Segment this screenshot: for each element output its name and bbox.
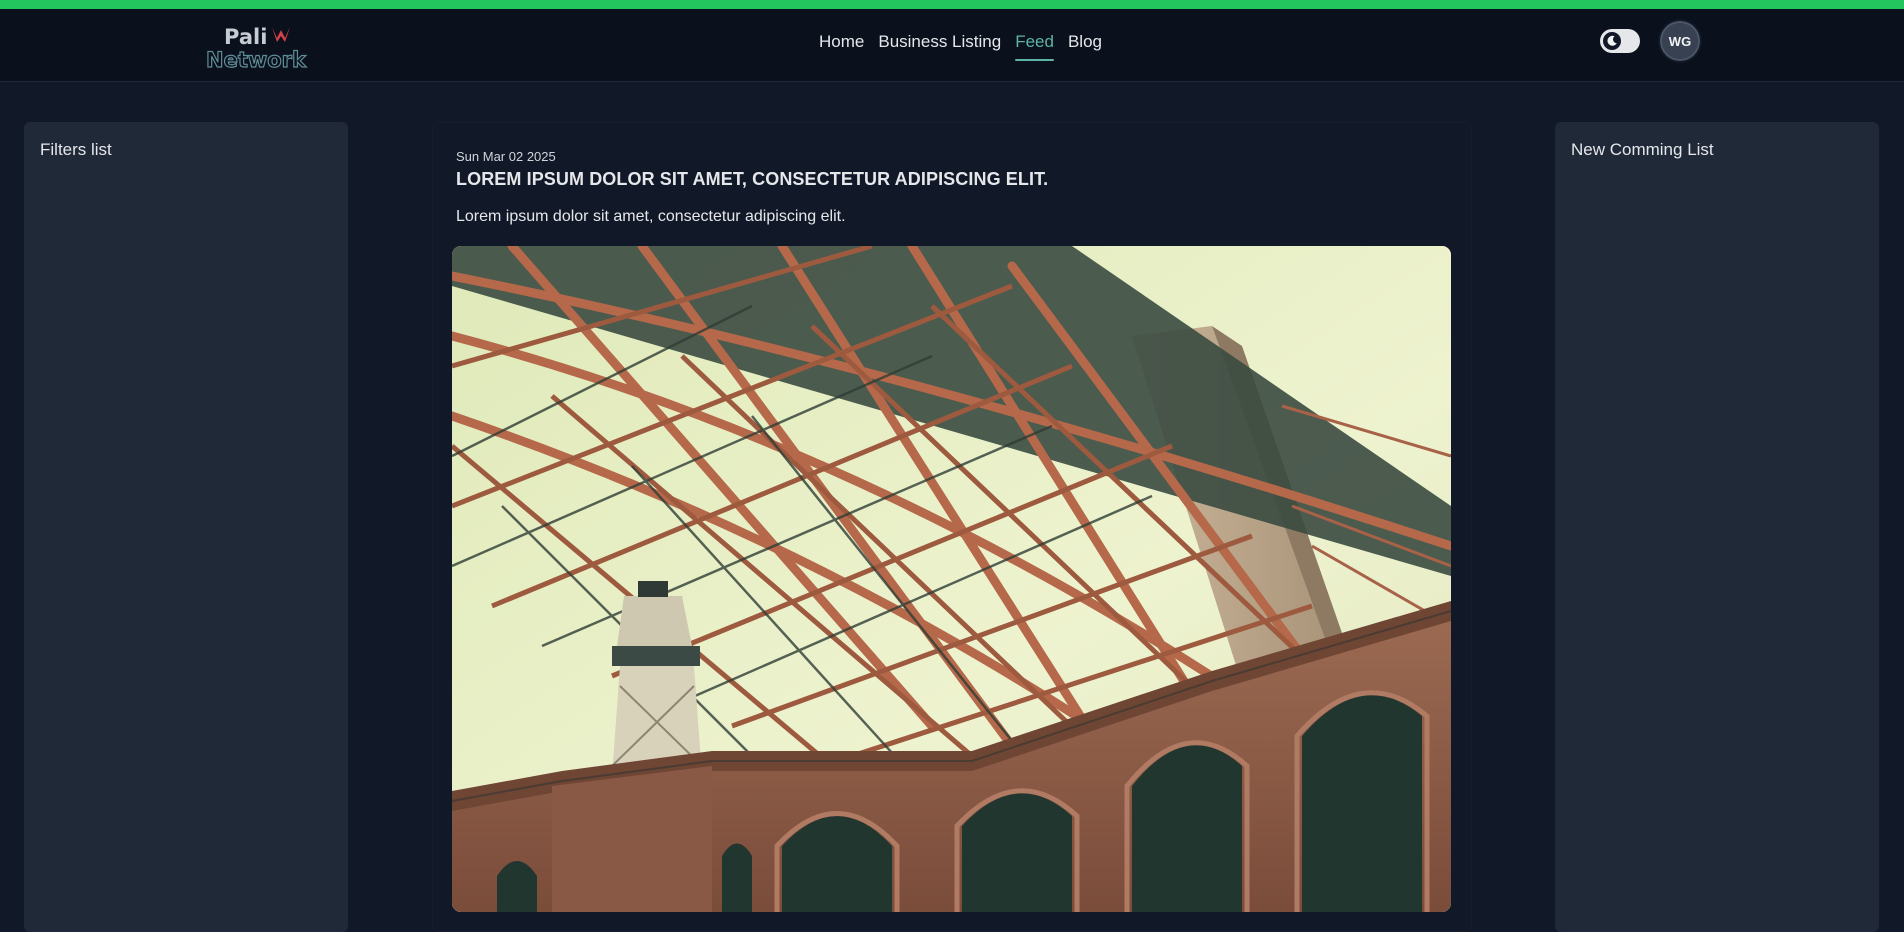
new-coming-panel: New Comming List [1555,122,1879,932]
user-avatar[interactable]: WG [1660,21,1700,61]
top-accent-bar [0,0,1904,9]
navbar: Pali Network Home Business Listing Feed … [0,9,1904,82]
logo-chevron-icon [272,27,290,42]
bridge-photo [452,246,1451,912]
post-image[interactable] [452,246,1451,912]
theme-toggle-knob [1603,32,1621,50]
filters-panel-title: Filters list [40,140,112,159]
post-date: Sun Mar 02 2025 [456,149,556,164]
nav-blog[interactable]: Blog [1064,29,1106,61]
feed-post-card: Sun Mar 02 2025 LOREM IPSUM DOLOR SIT AM… [432,122,1472,932]
logo-text-line1: Pali [224,25,267,49]
nav-business-listing[interactable]: Business Listing [874,29,1005,61]
nav-home[interactable]: Home [815,29,868,61]
moon-icon [1607,35,1617,46]
logo-graphic: Pali Network [205,25,307,73]
post-title[interactable]: LOREM IPSUM DOLOR SIT AMET, CONSECTETUR … [456,169,1048,190]
theme-toggle[interactable] [1600,29,1640,53]
post-body: Lorem ipsum dolor sit amet, consectetur … [456,208,846,225]
logo[interactable]: Pali Network [205,20,310,73]
new-coming-panel-title: New Comming List [1571,140,1714,159]
logo-text-line2: Network [206,48,307,72]
filters-panel: Filters list [24,122,348,932]
main-nav: Home Business Listing Feed Blog [815,29,1112,61]
nav-feed[interactable]: Feed [1011,29,1058,61]
